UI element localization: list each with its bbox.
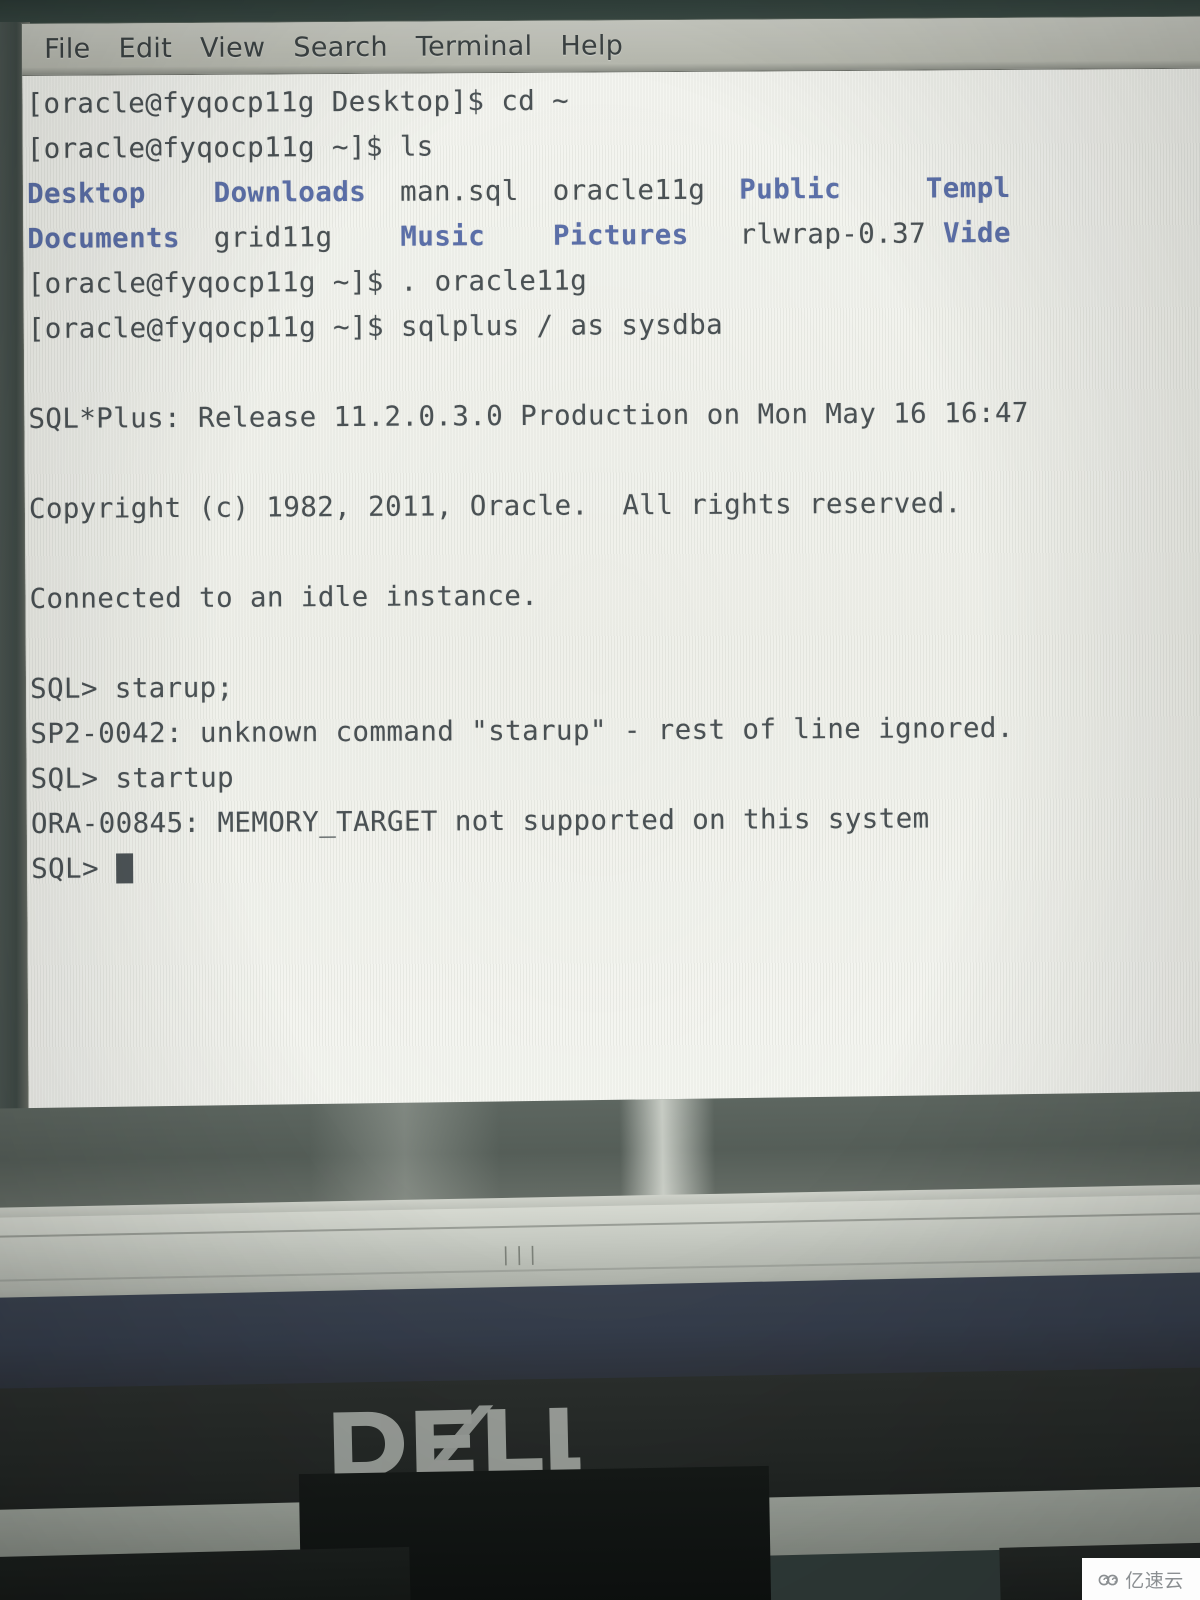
ls-entry-pictures: Pictures — [552, 218, 689, 252]
terminal-menubar: File Edit View Search Terminal Help — [22, 16, 1200, 76]
terminal-output-area[interactable]: [oracle@fyqocp11g Desktop]$ cd ~ [oracle… — [22, 68, 1200, 1114]
menu-item-view[interactable]: View — [186, 32, 279, 64]
terminal-line-ls-row1: Desktop Downloads man.sql oracle11g Publ… — [27, 165, 1200, 217]
terminal-line: [oracle@fyqocp11g ~]$ . oracle11g — [27, 264, 588, 300]
cloud-icon — [1098, 1574, 1119, 1586]
menu-item-help[interactable]: Help — [546, 30, 637, 62]
terminal-line-copyright: Copyright (c) 1982, 2011, Oracle. All ri… — [28, 487, 962, 525]
terminal-line: [oracle@fyqocp11g Desktop]$ cd ~ — [26, 84, 570, 120]
shadow-strip-left — [0, 1546, 411, 1600]
terminal-line-sql-starup: SQL> starup; — [29, 671, 234, 705]
terminal-line-sp2-error: SP2-0042: unknown command "starup" - res… — [30, 711, 1014, 750]
watermark-text: 亿速云 — [1125, 1569, 1184, 1592]
bezel-hairline — [0, 1212, 1200, 1239]
menu-item-file[interactable]: File — [30, 33, 105, 65]
terminal-line-sql-prompt: SQL> — [31, 840, 1200, 892]
ls-entry-rlwrap: rlwrap-0.37 — [739, 217, 927, 251]
bezel-marking: ||| — [499, 1243, 541, 1267]
terminal-line: [oracle@fyqocp11g ~]$ sqlplus / as sysdb… — [27, 308, 724, 345]
watermark: 亿速云 — [1082, 1558, 1200, 1600]
text-cursor — [115, 853, 134, 884]
terminal-line: [oracle@fyqocp11g ~]$ ls — [26, 130, 434, 165]
ls-entry-music: Music — [400, 220, 486, 253]
terminal-line-ls-row2: Documents grid11g Music Pictures rlwrap-… — [27, 210, 1200, 262]
terminal-window: File Edit View Search Terminal Help [ora… — [22, 16, 1200, 1114]
menu-item-terminal[interactable]: Terminal — [402, 31, 547, 63]
menu-item-search[interactable]: Search — [279, 32, 402, 64]
ls-entry-grid11g: grid11g — [213, 221, 333, 254]
terminal-line-ora-error: ORA-00845: MEMORY_TARGET not supported o… — [30, 802, 930, 840]
ls-entry-desktop: Desktop — [26, 177, 146, 210]
ls-entry-videos: Vide — [942, 216, 1011, 250]
menu-item-edit[interactable]: Edit — [104, 33, 186, 64]
photo-of-laptop-screen: File Edit View Search Terminal Help [ora… — [0, 0, 1200, 1600]
terminal-line-connected: Connected to an idle instance. — [29, 579, 539, 615]
ls-entry-oracle11g: oracle11g — [552, 173, 706, 207]
ls-entry-templates: Templ — [925, 171, 1011, 205]
terminal-line-sqlplus-banner: SQL*Plus: Release 11.2.0.3.0 Production … — [28, 396, 1029, 435]
ls-entry-downloads: Downloads — [213, 175, 367, 209]
ls-entry-public: Public — [739, 173, 842, 206]
ls-entry-man-sql: man.sql — [399, 174, 519, 208]
ls-entry-documents: Documents — [27, 222, 181, 255]
terminal-line-sql-startup: SQL> startup — [30, 761, 235, 795]
sql-prompt-label: SQL> — [31, 852, 117, 885]
